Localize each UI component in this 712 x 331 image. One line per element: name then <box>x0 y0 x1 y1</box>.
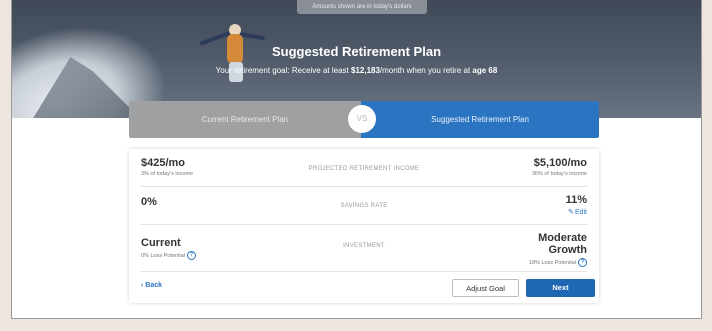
income-label: PROJECTED RETIREMENT INCOME <box>308 166 420 172</box>
suggested-investment-line2: Growth <box>548 244 588 256</box>
savings-label: SAVINGS RATE <box>340 203 388 209</box>
investment-label: INVESTMENT <box>343 243 385 249</box>
investment-row: Current 0% Loss Potential? INVESTMENT Mo… <box>141 224 587 272</box>
amounts-note: Amounts shown are in today's dollars <box>297 0 427 14</box>
next-button[interactable]: Next <box>526 279 595 297</box>
suggested-income-value: $5,100/mo <box>533 157 587 169</box>
vs-badge: VS <box>348 105 376 133</box>
retire-age: age 68 <box>472 66 498 75</box>
chevron-left-icon: ‹ <box>141 282 144 289</box>
app-frame: Amounts shown are in today's dollars Sug… <box>11 0 702 319</box>
suggested-investment-line1: Moderate <box>538 232 587 244</box>
current-loss-potential: 0% Loss Potential? <box>141 251 197 260</box>
pencil-icon: ✎ <box>568 209 574 216</box>
retirement-goal-text: Your retirement goal: Receive at least $… <box>215 66 498 75</box>
tab-current-plan[interactable]: Current Retirement Plan <box>129 101 361 138</box>
savings-row: 0% SAVINGS RATE 11% ✎Edit <box>141 186 587 225</box>
plan-comparison-tabs: Current Retirement Plan Suggested Retire… <box>129 101 599 138</box>
adjust-goal-button[interactable]: Adjust Goal <box>452 279 519 297</box>
suggested-savings-value: 11% <box>565 194 587 206</box>
comparison-card: $425/mo 3% of today's income PROJECTED R… <box>129 149 599 303</box>
edit-savings-link[interactable]: ✎Edit <box>568 208 587 216</box>
goal-amount: $12,183 <box>351 66 380 75</box>
tab-suggested-plan[interactable]: Suggested Retirement Plan <box>361 101 599 138</box>
help-icon[interactable]: ? <box>187 251 197 260</box>
income-row: $425/mo 3% of today's income PROJECTED R… <box>141 149 587 187</box>
suggested-loss-potential: 18% Loss Potential? <box>529 258 587 267</box>
suggested-income-sub: 36% of today's income <box>531 171 587 177</box>
page-title: Suggested Retirement Plan <box>271 44 442 59</box>
back-link[interactable]: ‹ Back <box>141 282 162 289</box>
help-icon[interactable]: ? <box>578 258 587 267</box>
